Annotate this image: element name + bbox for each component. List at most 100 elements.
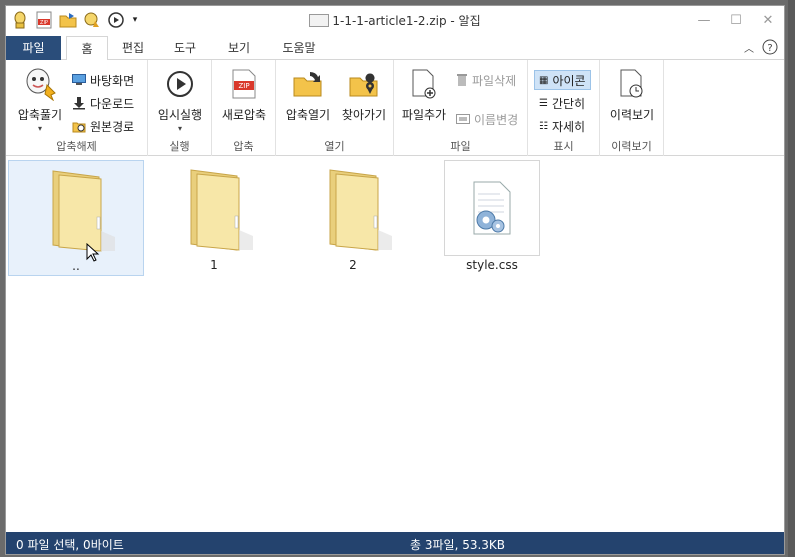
details-icon: ☷ — [539, 120, 548, 132]
file-name: .. — [72, 259, 80, 273]
history-button[interactable]: 이력보기 — [606, 66, 658, 123]
group-run-label: 실행 — [169, 140, 190, 153]
rename-label: 이름변경 — [474, 112, 519, 127]
extract-label: 압축풀기 — [17, 108, 63, 122]
ribbon-options: ︿ ? — [744, 39, 778, 55]
file-name: style.css — [466, 258, 518, 272]
window-controls: — ☐ ✕ — [694, 10, 778, 30]
rename-button[interactable]: 이름변경 — [456, 109, 518, 129]
ribbon-tabs: 파일 홈 편집 도구 보기 도움말 ︿ ? — [6, 36, 784, 61]
desktop-icon — [72, 74, 86, 85]
file-name: 1 — [210, 258, 218, 272]
download-icon — [73, 97, 85, 110]
svg-text:?: ? — [767, 43, 772, 54]
group-history-label: 이력보기 — [611, 140, 652, 153]
view-icons-button[interactable]: ▦ 아이콘 — [534, 70, 591, 90]
dropdown-arrow-icon: ▾ — [177, 124, 182, 133]
status-bar: 0 파일 선택, 0바이트 총 3파일, 53.3KB — [6, 532, 784, 554]
view-details-label: 자세히 — [551, 119, 586, 134]
ribbon: 압축풀기 ▾ 바탕화면 다운로드 원본경로 압축해제 임시실행 ▾ 실행 ZIP… — [6, 60, 784, 156]
document-icon — [309, 14, 330, 27]
new-compress-button[interactable]: ZIP 새로압축 — [218, 66, 270, 123]
new-compress-label: 새로압축 — [221, 108, 267, 122]
original-path-icon — [72, 122, 86, 133]
list-item[interactable]: 2 — [285, 160, 421, 276]
collapse-ribbon-icon[interactable]: ︿ — [744, 40, 754, 55]
dropdown-arrow-icon: ▾ — [37, 124, 42, 133]
group-compress: ZIP 새로압축 압축 — [212, 60, 276, 156]
help-icon[interactable]: ? — [762, 39, 778, 55]
mouse-cursor-icon — [86, 243, 100, 262]
history-icon — [614, 66, 650, 102]
history-label: 이력보기 — [609, 108, 655, 122]
file-view: .. 1 2 style.css — [6, 156, 784, 530]
tab-help[interactable]: 도움말 — [274, 36, 324, 60]
original-label: 원본경로 — [90, 119, 135, 134]
play-circle-icon — [162, 66, 198, 102]
browse-label: 찾아가기 — [341, 108, 387, 122]
selection-status: 0 파일 선택, 0바이트 — [16, 538, 124, 552]
delete-file-label: 파일삭제 — [472, 73, 517, 88]
group-run: 임시실행 ▾ 실행 — [148, 60, 212, 156]
group-display: ▦ 아이콘 ☰ 간단히 ☷ 자세히 표시 — [528, 60, 600, 156]
desktop-label: 바탕화면 — [90, 73, 135, 88]
tab-edit[interactable]: 편집 — [114, 36, 152, 60]
minimize-icon[interactable]: — — [694, 10, 714, 30]
grid-icon: ▦ — [539, 74, 549, 86]
group-file: 파일추가 파일삭제 이름변경 파일 — [394, 60, 528, 156]
delete-file-button[interactable]: 파일삭제 — [456, 70, 516, 90]
download-label: 다운로드 — [90, 96, 135, 111]
title-bar: ZIP ▾ 1-1-1-article1-2.zip - 알집 — ☐ ✕ — [6, 6, 784, 34]
list-item[interactable]: .. — [8, 160, 144, 276]
temp-run-label: 임시실행 — [157, 108, 203, 122]
folder-icon — [293, 160, 413, 256]
file-name: 2 — [349, 258, 357, 272]
tab-tools[interactable]: 도구 — [166, 36, 204, 60]
extract-original-button[interactable]: 원본경로 — [72, 116, 134, 136]
open-archive-label: 압축열기 — [285, 108, 331, 122]
svg-text:ZIP: ZIP — [238, 82, 249, 90]
window-title: 1-1-1-article1-2.zip - 알집 — [6, 12, 784, 29]
group-history: 이력보기 이력보기 — [600, 60, 664, 156]
tab-view[interactable]: 보기 — [220, 36, 258, 60]
group-extract-label: 압축해제 — [56, 140, 97, 153]
group-compress-label: 압축 — [233, 140, 254, 153]
css-file-icon — [444, 160, 540, 256]
tab-file[interactable]: 파일 — [6, 36, 61, 60]
extract-download-button[interactable]: 다운로드 — [72, 93, 134, 113]
open-archive-icon — [290, 66, 326, 102]
tab-home[interactable]: 홈 — [66, 36, 108, 61]
css-file-thumb — [432, 160, 552, 256]
folder-icon — [154, 160, 274, 256]
temp-run-button[interactable]: 임시실행 ▾ — [154, 66, 206, 133]
folder-location-icon — [346, 66, 382, 102]
close-icon[interactable]: ✕ — [758, 10, 778, 30]
list-item[interactable]: 1 — [146, 160, 282, 276]
group-open-label: 열기 — [324, 140, 345, 153]
open-archive-button[interactable]: 압축열기 — [282, 66, 334, 123]
group-open: 압축열기 찾아가기 열기 — [276, 60, 394, 156]
extract-desktop-button[interactable]: 바탕화면 — [72, 70, 134, 90]
view-simple-label: 간단히 — [551, 96, 586, 111]
trash-icon — [457, 74, 467, 86]
group-file-label: 파일 — [450, 140, 471, 153]
list-item[interactable]: style.css — [424, 160, 560, 276]
list-icon: ☰ — [539, 97, 548, 109]
view-details-button[interactable]: ☷ 자세히 — [539, 116, 585, 136]
view-icons-label: 아이콘 — [552, 73, 586, 88]
group-extract: 압축풀기 ▾ 바탕화면 다운로드 원본경로 압축해제 — [6, 60, 148, 156]
extract-button[interactable]: 압축풀기 ▾ — [14, 66, 66, 133]
view-simple-button[interactable]: ☰ 간단히 — [539, 93, 585, 113]
background-strip — [788, 0, 795, 557]
add-file-button[interactable]: 파일추가 — [398, 66, 450, 123]
folder-icon — [16, 161, 136, 262]
rename-icon — [456, 114, 470, 124]
maximize-icon[interactable]: ☐ — [726, 10, 746, 30]
total-status: 총 3파일, 53.3KB — [410, 538, 506, 552]
app-window: ZIP ▾ 1-1-1-article1-2.zip - 알집 — ☐ ✕ 파일… — [5, 5, 785, 555]
window-title-text: 1-1-1-article1-2.zip - 알집 — [332, 14, 481, 28]
add-file-label: 파일추가 — [401, 108, 447, 122]
add-file-icon — [406, 66, 442, 102]
zip-file-icon: ZIP — [226, 66, 262, 102]
browse-button[interactable]: 찾아가기 — [338, 66, 390, 123]
